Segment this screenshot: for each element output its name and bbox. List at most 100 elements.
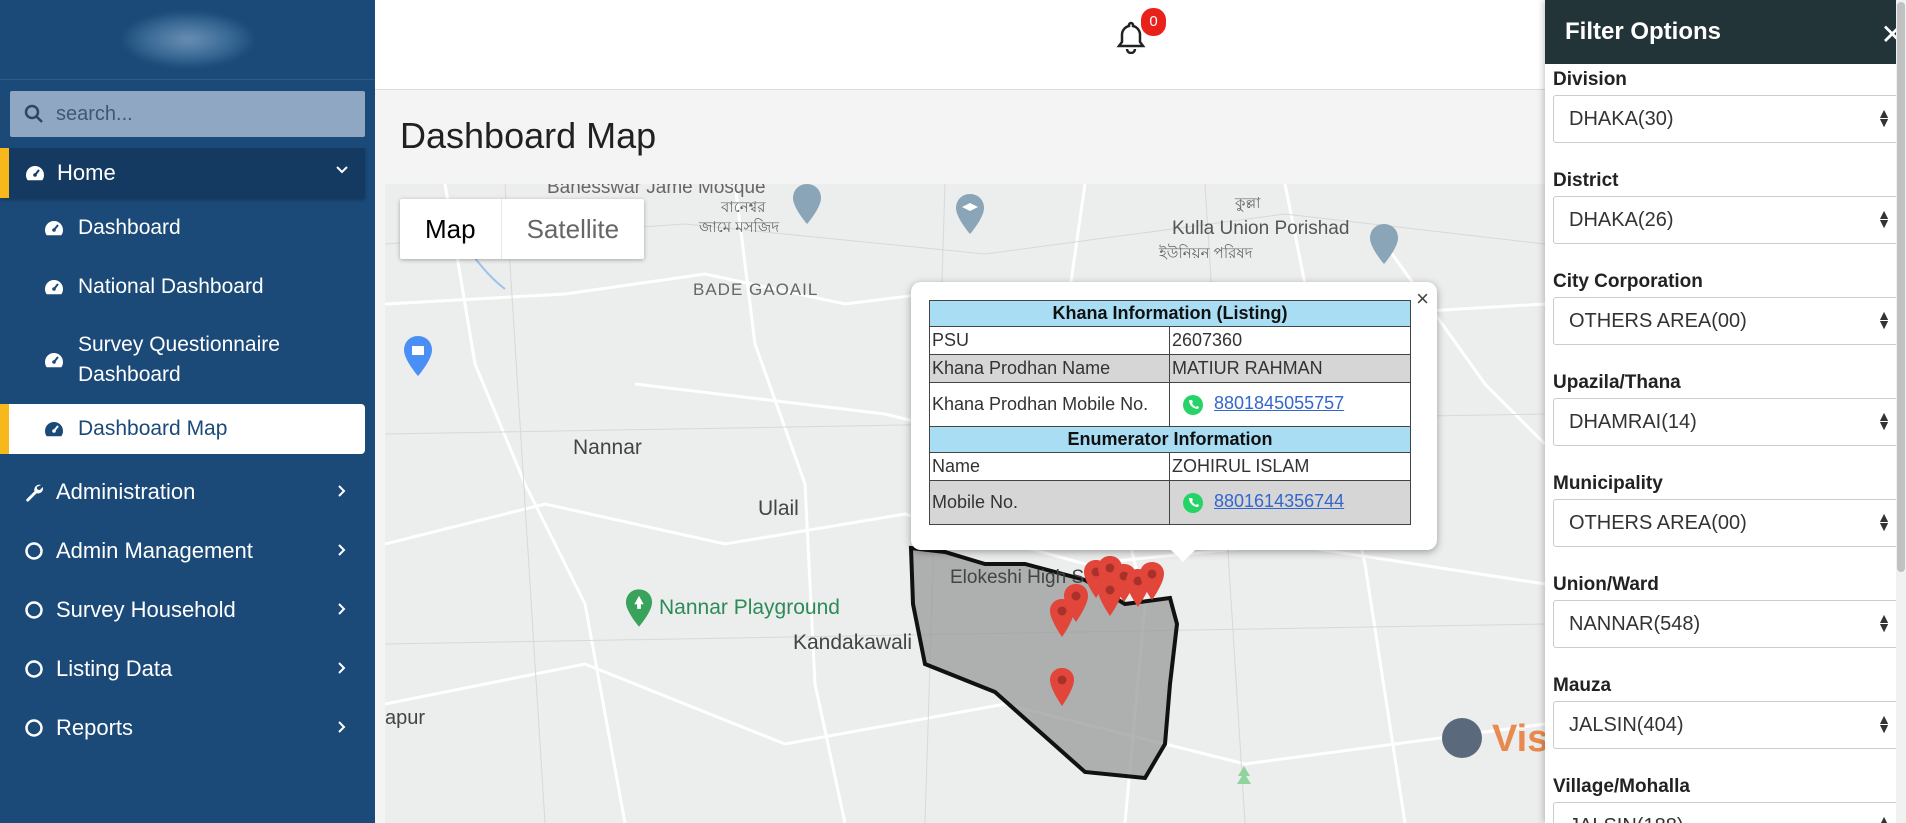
- select-value: DHAKA(26): [1569, 208, 1674, 231]
- khana-info-header: Khana Information (Listing): [929, 300, 1411, 327]
- filter-label: Village/Mohalla: [1553, 776, 1690, 797]
- filter-label: Mauza: [1553, 675, 1612, 696]
- shopping-pin-icon: [404, 336, 432, 376]
- location-marker-icon[interactable]: [1049, 668, 1075, 706]
- watermark-lock-icon: [1442, 718, 1482, 758]
- park-marker-icon: [1237, 766, 1251, 784]
- close-icon[interactable]: ×: [1416, 286, 1429, 312]
- filter-label: Upazila/Thana: [1553, 372, 1681, 393]
- sidebar-item-listing-data[interactable]: Listing Data: [0, 639, 375, 698]
- enumerator-mobile-link[interactable]: 8801614356744: [1214, 491, 1344, 511]
- prodhan-name-value: MATIUR RAHMAN: [1169, 354, 1411, 383]
- sidebar-item-label: Administration: [56, 478, 196, 504]
- sidebar: Home Dashboard National Dashboard Survey…: [0, 0, 375, 823]
- school-pin-icon: [956, 194, 984, 234]
- brand-logo[interactable]: [0, 0, 375, 80]
- psu-label: PSU: [929, 326, 1170, 355]
- mosque-pin-icon: [793, 184, 821, 224]
- map-label-kulla: Kulla Union Porishad: [1172, 218, 1350, 239]
- enumerator-name-label: Name: [929, 452, 1170, 481]
- sidebar-item-national-dashboard[interactable]: National Dashboard: [0, 257, 375, 316]
- chevron-right-icon: [338, 721, 346, 733]
- whatsapp-icon[interactable]: [1182, 492, 1204, 514]
- sort-arrows-icon: ▲▼: [1877, 610, 1891, 635]
- prodhan-mobile-cell: 8801845055757: [1169, 382, 1411, 427]
- sort-arrows-icon: ▲▼: [1877, 105, 1891, 130]
- psu-value: 2607360: [1169, 326, 1411, 355]
- circle-icon: [25, 541, 43, 560]
- filter-city-corporation: City Corporation OTHERS AREA(00) ▲ ▼: [1545, 271, 1906, 345]
- dashboard-gauge-icon: [45, 279, 64, 294]
- sidebar-item-survey-household[interactable]: Survey Household: [0, 580, 375, 639]
- sidebar-item-label: Reports: [56, 714, 134, 740]
- municipality-select[interactable]: OTHERS AREA(00) ▲ ▼: [1553, 499, 1898, 547]
- filter-title: Filter Options: [1565, 18, 1721, 45]
- upazila-select[interactable]: DHAMRAI(14) ▲ ▼: [1553, 398, 1898, 446]
- filter-village: Village/Mohalla JALSIN(188) ▲▼: [1545, 776, 1906, 823]
- division-select[interactable]: DHAKA(30) ▲ ▼: [1553, 95, 1898, 143]
- whatsapp-icon[interactable]: [1182, 394, 1204, 416]
- info-table: Khana Information (Listing) PSU 2607360 …: [929, 300, 1411, 525]
- enumerator-mobile-cell: 8801614356744: [1169, 480, 1411, 525]
- page-title: Dashboard Map: [400, 115, 657, 156]
- map-label-ulail: Ulail: [758, 497, 799, 520]
- sort-arrows-icon: ▲▼: [1877, 509, 1891, 534]
- info-popup: × Khana Information (Listing) PSU 260736…: [911, 282, 1437, 562]
- select-value: NANNAR(548): [1569, 612, 1701, 635]
- select-value: OTHERS AREA(00): [1569, 511, 1747, 534]
- government-pin-icon: [1370, 224, 1398, 264]
- mauza-select[interactable]: JALSIN(404) ▲ ▼: [1553, 701, 1898, 749]
- chevron-right-icon: [338, 485, 346, 497]
- filter-label: District: [1553, 170, 1619, 191]
- sort-arrows-icon: ▲▼: [1877, 812, 1891, 823]
- map-type-satellite-button[interactable]: Satellite: [500, 199, 645, 259]
- map-type-map-button[interactable]: Map: [400, 199, 501, 259]
- filter-scrollbar[interactable]: [1896, 0, 1906, 823]
- sidebar-item-admin-management[interactable]: Admin Management: [0, 521, 375, 580]
- filter-label: City Corporation: [1553, 271, 1703, 292]
- location-marker-icon[interactable]: [1097, 578, 1123, 616]
- district-select[interactable]: DHAKA(26) ▲ ▼: [1553, 196, 1898, 244]
- dashboard-gauge-icon: [26, 166, 45, 181]
- filter-division: Division DHAKA(30) ▲ ▼: [1545, 69, 1906, 143]
- sidebar-item-survey-questionnaire-dashboard[interactable]: Survey Questionnaire Dashboard: [0, 316, 375, 404]
- sidebar-item-administration[interactable]: Administration: [0, 462, 375, 521]
- sidebar-search: [10, 91, 365, 137]
- prodhan-mobile-link[interactable]: 8801845055757: [1214, 393, 1344, 413]
- sidebar-item-reports[interactable]: Reports: [0, 698, 375, 757]
- chevron-down-icon: [336, 166, 348, 174]
- city-corporation-select[interactable]: OTHERS AREA(00) ▲ ▼: [1553, 297, 1898, 345]
- map-label-kulla-bn: ইউনিয়ন পরিষদ: [1159, 245, 1253, 262]
- chevron-right-icon: [338, 662, 346, 674]
- sidebar-item-label: Survey Questionnaire Dashboard: [78, 333, 280, 386]
- select-value: DHAMRAI(14): [1569, 410, 1697, 433]
- filter-label: Municipality: [1553, 473, 1663, 494]
- select-value: JALSIN(404): [1569, 713, 1684, 736]
- location-marker-icon[interactable]: [1049, 599, 1075, 637]
- filter-label: Union/Ward: [1553, 574, 1659, 595]
- village-select[interactable]: JALSIN(188) ▲▼: [1553, 802, 1898, 823]
- sidebar-item-dashboard-map[interactable]: Dashboard Map: [0, 404, 365, 454]
- select-value: DHAKA(30): [1569, 107, 1674, 130]
- logo-image: [122, 12, 253, 67]
- sidebar-item-label: National Dashboard: [78, 274, 264, 298]
- sort-arrows-icon: ▲▼: [1877, 206, 1891, 231]
- search-input[interactable]: [56, 102, 336, 126]
- enumerator-name-value: ZOHIRUL ISLAM: [1169, 452, 1411, 481]
- notification-badge: 0: [1141, 8, 1166, 36]
- map-label-nannar-playground: Nannar Playground: [659, 596, 840, 619]
- location-marker-icon[interactable]: [1139, 562, 1165, 600]
- sort-arrows-icon: ▲▼: [1877, 711, 1891, 736]
- nav-home-label: Home: [57, 160, 116, 185]
- chevron-right-icon: [338, 544, 346, 556]
- sidebar-item-label: Dashboard Map: [78, 417, 228, 440]
- union-ward-select[interactable]: NANNAR(548) ▲ ▼: [1553, 600, 1898, 648]
- nav-home[interactable]: Home: [0, 148, 365, 198]
- scrollbar-thumb[interactable]: [1897, 2, 1905, 572]
- wrench-icon: [26, 484, 44, 502]
- sidebar-item-dashboard[interactable]: Dashboard: [0, 198, 375, 257]
- dashboard-gauge-icon: [45, 353, 64, 368]
- sidebar-item-label: Listing Data: [56, 655, 173, 681]
- circle-icon: [25, 659, 43, 678]
- select-value: JALSIN(188): [1569, 815, 1684, 823]
